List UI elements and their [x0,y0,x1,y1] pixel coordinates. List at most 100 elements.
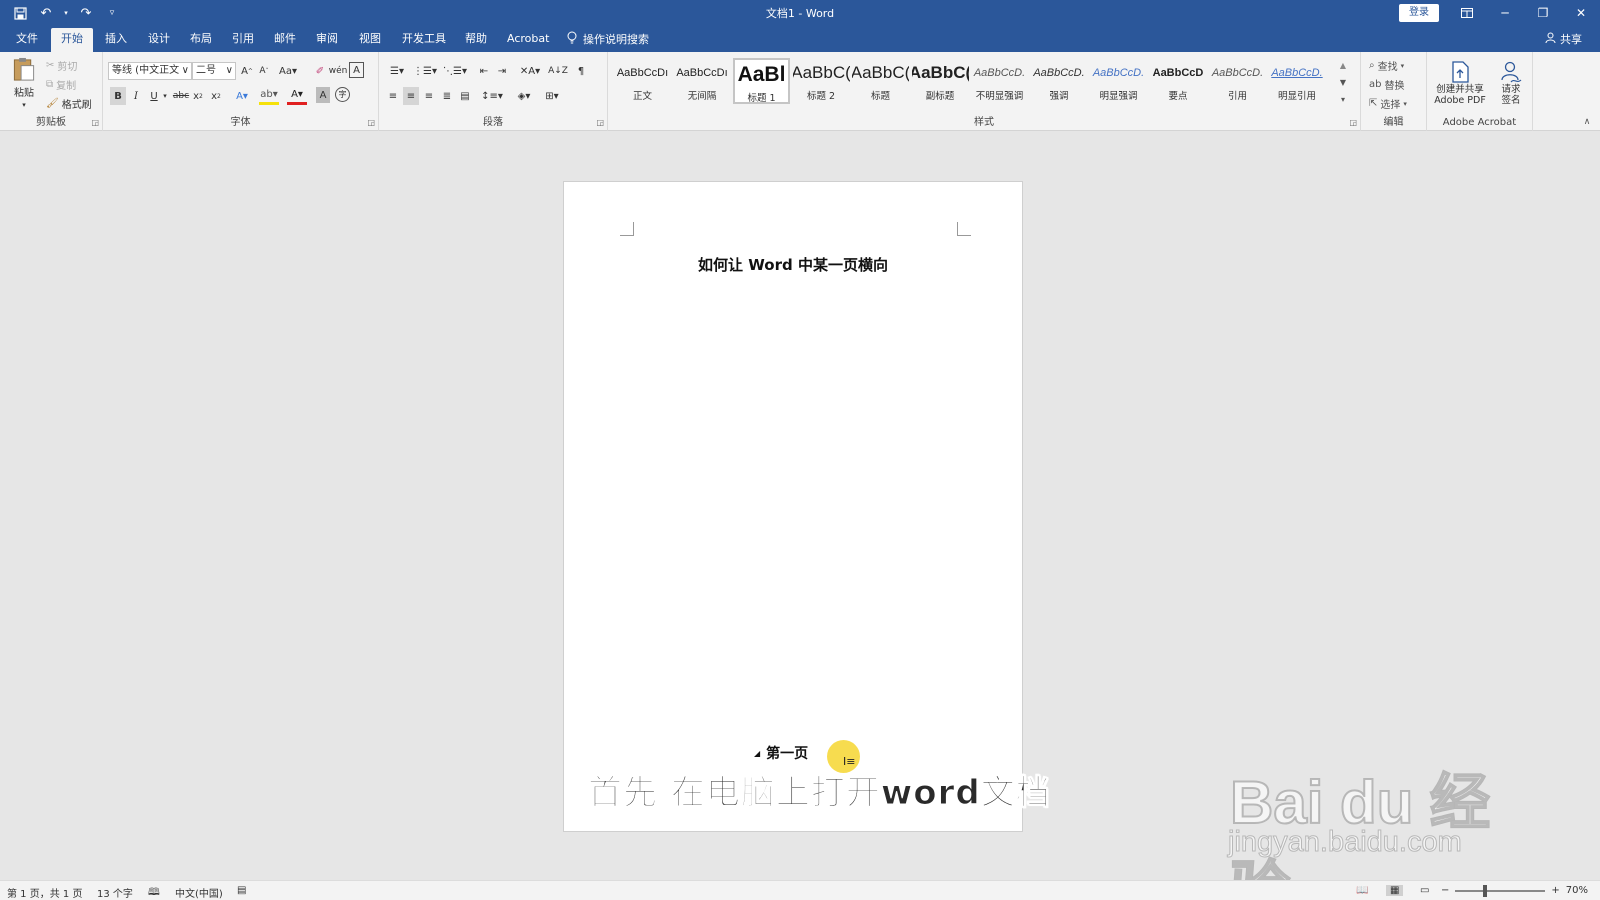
numbering-icon[interactable]: ⋮☰▾ [413,62,437,80]
tab-references[interactable]: 引用 [230,31,256,52]
zoom-slider[interactable] [1455,884,1546,897]
zoom-out-icon[interactable]: − [1441,885,1449,896]
ribbon-display-icon[interactable] [1448,0,1486,26]
style-item[interactable]: AaBbC(标题 [852,58,909,104]
align-right-icon[interactable]: ≡ [421,87,437,105]
style-item[interactable]: AaBbCcD. 强调 [1031,58,1088,104]
cut-button[interactable]: ✂ 剪切 [46,58,77,73]
word-count[interactable]: 13 个字 [97,885,133,900]
tab-layout[interactable]: 布局 [188,31,214,52]
style-item[interactable]: AaBbC(副标题 [912,58,969,104]
character-shading-icon[interactable]: A [316,87,330,103]
tab-review[interactable]: 审阅 [314,31,340,52]
web-layout-icon[interactable]: ▭ [1420,885,1429,896]
chinese-layout-icon[interactable]: ✕A▾ [518,62,542,80]
share-button[interactable]: 共享 [1545,31,1582,47]
style-item[interactable]: AaBbCcDı 正文 [614,58,671,104]
tab-help[interactable]: 帮助 [463,31,489,52]
line-spacing-icon[interactable]: ↕≡▾ [480,87,504,105]
show-marks-icon[interactable]: ¶ [574,62,588,80]
create-share-pdf-button[interactable]: 创建并共享 Adobe PDF [1431,56,1489,110]
gallery-down-icon[interactable]: ▼ [1336,75,1350,89]
tab-design[interactable]: 设计 [146,31,172,52]
format-painter-button[interactable]: 🖌 格式刷 [46,96,92,111]
font-name-dropdown-icon[interactable]: ∨ [182,63,189,79]
style-item[interactable]: AaBbCcDı 无间隔 [674,58,731,104]
zoom-slider-thumb[interactable] [1483,884,1488,897]
paste-button[interactable]: 粘贴 ▾ [8,57,40,109]
font-dialog-launcher-icon[interactable]: ◲ [367,118,375,127]
restore-icon[interactable]: ❐ [1524,0,1562,26]
copy-button[interactable]: ⧉ 复制 [46,77,76,92]
font-size-box[interactable]: 二号 ∨ [192,62,236,80]
collapse-ribbon-icon[interactable]: ∧ [1580,116,1594,128]
borders-icon[interactable]: ⊞▾ [540,87,564,105]
request-signature-button[interactable]: 请求 签名 [1493,56,1529,110]
login-button[interactable]: 登录 [1399,4,1439,22]
replace-button[interactable]: ab 替换 [1369,77,1404,92]
tab-developer[interactable]: 开发工具 [400,31,448,52]
find-button[interactable]: ⌕ 查找 ▾ [1369,58,1404,73]
sort-icon[interactable]: A↓Z [548,62,568,80]
align-center-icon[interactable]: ≡ [403,87,419,105]
tab-acrobat[interactable]: Acrobat [505,31,551,52]
highlight-icon[interactable]: ab▾ [259,87,279,105]
document-paragraph[interactable]: ◢ 第一页 [754,743,808,763]
subscript-button[interactable]: x2 [191,87,205,105]
change-case-icon[interactable]: Aa▾ [277,62,299,80]
clipboard-dialog-launcher-icon[interactable]: ◲ [91,118,99,127]
collapse-triangle-icon[interactable]: ◢ [754,749,760,758]
shrink-font-icon[interactable]: Aˇ [257,62,271,80]
underline-button[interactable]: U [147,87,161,105]
zoom-in-icon[interactable]: + [1551,885,1559,896]
style-item[interactable]: AaBbCcD. 明显引用 [1269,58,1326,104]
document-page[interactable]: 如何让 Word 中某一页横向 ◢ 第一页 [563,181,1023,832]
page-count[interactable]: 第 1 页，共 1 页 [7,885,82,900]
tab-insert[interactable]: 插入 [103,31,129,52]
font-color-icon[interactable]: A▾ [287,87,307,105]
tab-home[interactable]: 开始 [51,28,93,52]
styles-dialog-launcher-icon[interactable]: ◲ [1349,118,1357,127]
bullets-icon[interactable]: ☰▾ [385,62,409,80]
language[interactable]: 中文(中国) [175,885,223,900]
style-item[interactable]: AaBbCcD. 不明显强调 [971,58,1028,104]
tab-file[interactable]: 文件 [14,31,40,52]
print-layout-icon[interactable]: ▦ [1386,885,1404,896]
style-item[interactable]: AaBbCcD. 引用 [1209,58,1266,104]
shading-icon[interactable]: ◈▾ [512,87,536,105]
style-item[interactable]: AaBbC(标题 2 [793,58,850,104]
document-heading[interactable]: 如何让 Word 中某一页横向 [564,254,1022,275]
clear-formatting-icon[interactable]: ✐ [313,62,327,80]
close-icon[interactable]: ✕ [1562,0,1600,26]
tab-view[interactable]: 视图 [357,31,383,52]
distributed-icon[interactable]: ▤ [457,87,473,105]
superscript-button[interactable]: x2 [209,87,223,105]
underline-dropdown-icon[interactable]: ▾ [161,87,169,105]
read-mode-icon[interactable]: 📖 [1356,885,1368,896]
style-item[interactable]: AaBbCcD. 明显强调 [1090,58,1147,104]
phonetic-guide-icon[interactable]: wén [329,62,348,80]
italic-button[interactable]: I [129,87,143,105]
zoom-level[interactable]: 70% [1566,885,1588,896]
bold-button[interactable]: B [110,87,126,105]
style-item[interactable]: AaBbCcD 要点 [1150,58,1207,104]
proofing-icon[interactable]: 🕮 [148,885,160,900]
character-border-icon[interactable]: A [349,62,364,78]
paste-dropdown-icon[interactable]: ▾ [22,101,26,109]
select-dropdown-icon[interactable]: ▾ [1403,100,1407,108]
enclose-characters-icon[interactable]: 字 [335,87,350,102]
macro-record-icon[interactable]: ▤ [237,885,246,896]
strikethrough-button[interactable]: abc [173,87,189,105]
multilevel-list-icon[interactable]: ⋱☰▾ [442,62,468,80]
gallery-up-icon[interactable]: ▲ [1336,58,1350,72]
font-size-dropdown-icon[interactable]: ∨ [226,63,233,79]
tell-me-search[interactable]: 操作说明搜索 [567,31,649,47]
font-name-box[interactable]: 等线 (中文正文 ∨ [108,62,192,80]
tab-mailings[interactable]: 邮件 [272,31,298,52]
find-dropdown-icon[interactable]: ▾ [1401,62,1405,70]
increase-indent-icon[interactable]: ⇥ [494,62,510,80]
minimize-icon[interactable]: ─ [1486,0,1524,26]
grow-font-icon[interactable]: A ^ [240,62,254,80]
paragraph-dialog-launcher-icon[interactable]: ◲ [596,118,604,127]
select-button[interactable]: ⇱ 选择 ▾ [1369,96,1407,111]
